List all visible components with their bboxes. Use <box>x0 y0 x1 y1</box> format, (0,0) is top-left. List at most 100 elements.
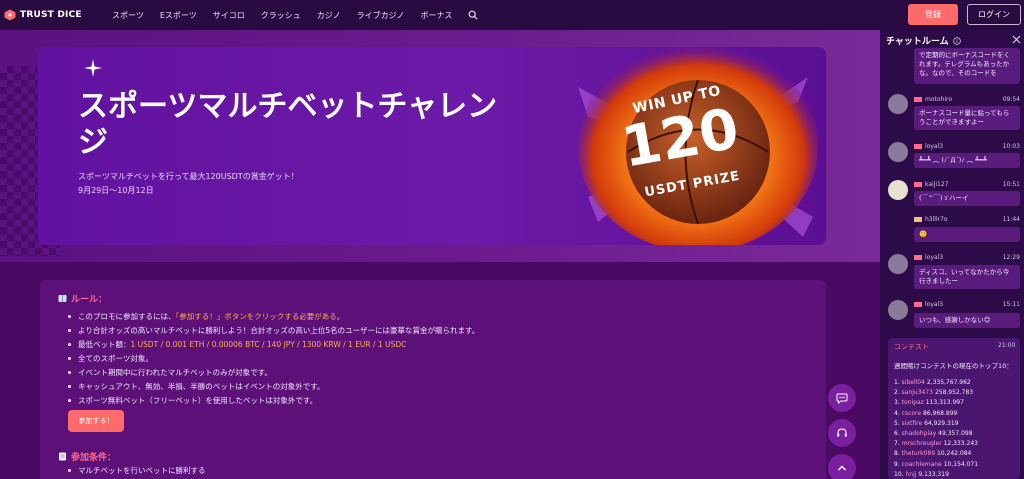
rules-list: このプロモに参加するには、「参加する！」ボタンをクリックする必要がある。 より合… <box>64 310 479 408</box>
conditions-heading: 参加条件： <box>58 450 116 463</box>
chat-username[interactable]: motohiro <box>925 96 952 103</box>
avatar[interactable] <box>888 254 908 274</box>
player-name[interactable]: theturk089 <box>902 450 935 457</box>
list-item: 3. tonipaz 113,313.997 <box>894 398 978 408</box>
chat-message-meta: loyal3 12:29 <box>914 254 1020 261</box>
chat-message-text: で定期的にボーナスコードをくれます。テレグラムもあったかな。なので、そのコードを <box>914 48 1020 84</box>
contest-time: 21:00 <box>998 342 1016 349</box>
close-icon[interactable] <box>1012 35 1021 44</box>
conditions-list: マルチベットを行いベットに勝利する <box>64 464 206 478</box>
chat-time: 11:44 <box>1002 216 1020 223</box>
chevron-up-icon <box>837 465 847 471</box>
nav-item-esports[interactable]: Eスポーツ <box>160 10 197 21</box>
list-item: このプロモに参加するには、「参加する！」ボタンをクリックする必要がある。 <box>64 310 479 324</box>
chat-message-text: (￣^￣)ゞハーイ <box>914 191 1020 206</box>
list-item: 7. mrschreugler 12,333.243 <box>894 439 978 449</box>
list-item: 10. hnjj 9,133.319 <box>894 470 978 479</box>
flag-icon <box>914 217 922 222</box>
list-item: 全てのスポーツ対象。 <box>64 352 479 366</box>
rule-text: このプロモに参加するには、 <box>78 312 176 321</box>
wager-amount: 64,929.319 <box>924 419 959 427</box>
list-item: マルチベットを行いベットに勝利する <box>64 464 206 478</box>
nav-item-sports[interactable]: スポーツ <box>112 10 144 21</box>
list-item: より合計オッズの高いマルチベットに勝利しよう！合計オッズの高い上位5名のユーザー… <box>64 324 479 338</box>
player-name[interactable]: tonipaz <box>902 399 924 406</box>
chat-message-text: いつも、感謝しかない😊 <box>914 313 1020 328</box>
nav-item-casino[interactable]: カジノ <box>317 10 341 21</box>
chat-time: 09:54 <box>1002 96 1020 103</box>
player-name[interactable]: shadohplay <box>902 430 937 437</box>
chat-username[interactable]: loyal3 <box>925 143 943 150</box>
nav-item-live-casino[interactable]: ライブカジノ <box>357 10 405 21</box>
chat-toggle-button[interactable] <box>828 384 856 412</box>
chat-username[interactable]: kaiji127 <box>925 181 949 188</box>
main-content: スポーツマルチベットチャレンジ スポーツマルチベットを行って最大120USDTの… <box>0 30 880 479</box>
nav-item-bonus[interactable]: ボーナス <box>420 10 452 21</box>
chat-message-meta: loyal3 10:03 <box>914 143 1020 150</box>
avatar[interactable] <box>888 180 908 200</box>
list-item: 6. shadohplay 49,357.098 <box>894 429 978 439</box>
chat-title: チャットルーム <box>886 37 949 47</box>
list-item: 2. sanju3473 258,952.783 <box>894 388 978 398</box>
register-button[interactable]: 登録 <box>908 4 958 25</box>
player-name[interactable]: sibell04 <box>902 379 925 386</box>
rank: 1. <box>894 379 900 386</box>
logo[interactable]: TRUST DICE <box>4 9 94 21</box>
top-nav: TRUST DICE スポーツ Eスポーツ サイコロ クラッシュ カジノ ライブ… <box>0 0 1024 30</box>
conditions-heading-text: 参加条件： <box>71 453 117 463</box>
scroll-top-button[interactable] <box>828 454 856 479</box>
promo-banner: スポーツマルチベットチャレンジ スポーツマルチベットを行って最大120USDTの… <box>38 47 826 245</box>
chat-message-meta: motohiro 09:54 <box>914 96 1020 103</box>
chat-message-text: ディスコ、いってなかたから今行きましたー <box>914 265 1020 289</box>
flag-icon <box>914 144 922 149</box>
promo-title: スポーツマルチベットチャレンジ <box>78 89 498 160</box>
info-icon[interactable] <box>952 36 961 45</box>
avatar[interactable] <box>888 300 908 320</box>
list-item: 5. sixtfire 64,929.319 <box>894 419 978 429</box>
support-button[interactable] <box>828 419 856 447</box>
contest-panel: コンテスト 21:00 週間賭けコンテストの現在のトップ10： 1. sibel… <box>888 338 1020 479</box>
wager-amount: 10,242.084 <box>936 450 972 458</box>
nav-item-dice[interactable]: サイコロ <box>213 10 245 21</box>
list-item: イベント期間中に行われたマルチベットのみが対象です。 <box>64 366 479 380</box>
rule-highlight: 1 USDT / 0.001 ETH / 0.00006 BTC / 140 J… <box>130 340 407 349</box>
chat-time: 15:11 <box>1002 301 1020 308</box>
search-icon[interactable] <box>468 10 479 20</box>
wager-amount: 49,357.098 <box>938 430 973 438</box>
list-item: 9. coachlemane 10,154.071 <box>894 460 978 470</box>
chat-username[interactable]: h3lllr7o <box>925 216 948 223</box>
rank: 5. <box>894 419 900 427</box>
chat-sidebar: チャットルーム で定期的にボーナスコードをくれます。テレグラムもあったかな。なの… <box>880 30 1024 479</box>
wager-amount: 86,968.899 <box>923 409 958 417</box>
wager-amount: 12,333.243 <box>943 440 978 448</box>
rules-card: ルール： このプロモに参加するには、「参加する！」ボタンをクリックする必要がある… <box>40 280 826 479</box>
chat-username[interactable]: loyal3 <box>925 301 943 308</box>
login-button[interactable]: ログイン <box>967 4 1021 25</box>
wager-amount: 113,313.997 <box>925 399 964 407</box>
document-icon <box>59 452 66 461</box>
player-name[interactable]: sanju3473 <box>902 389 933 396</box>
player-name[interactable]: mrschreugler <box>902 440 942 447</box>
list-item: 1. sibell04 2,335,767.962 <box>894 378 978 388</box>
chat-username[interactable]: loyal3 <box>925 254 943 261</box>
list-item: 4. cscore 86,968.899 <box>894 409 978 419</box>
rank: 9. <box>894 460 900 468</box>
player-name[interactable]: coachlemane <box>902 461 942 468</box>
player-name[interactable]: cscore <box>902 410 921 417</box>
headset-icon <box>837 428 847 437</box>
flag-icon <box>914 97 922 102</box>
dice-logo-icon <box>4 9 16 21</box>
nav-item-crash[interactable]: クラッシュ <box>261 10 301 21</box>
avatar[interactable] <box>888 142 908 162</box>
join-button[interactable]: 参加する！ <box>68 410 124 432</box>
sparkle-icon <box>84 59 102 77</box>
player-name[interactable]: hnjj <box>905 471 916 478</box>
player-name[interactable]: sixtfire <box>902 420 923 427</box>
chat-time: 10:51 <box>1002 181 1020 188</box>
rank: 2. <box>894 389 900 397</box>
rank: 10. <box>894 470 904 478</box>
avatar[interactable] <box>888 94 908 114</box>
rules-heading: ルール： <box>58 292 107 305</box>
rank: 6. <box>894 430 900 438</box>
rule-text: 最低ベット額： <box>78 340 131 349</box>
